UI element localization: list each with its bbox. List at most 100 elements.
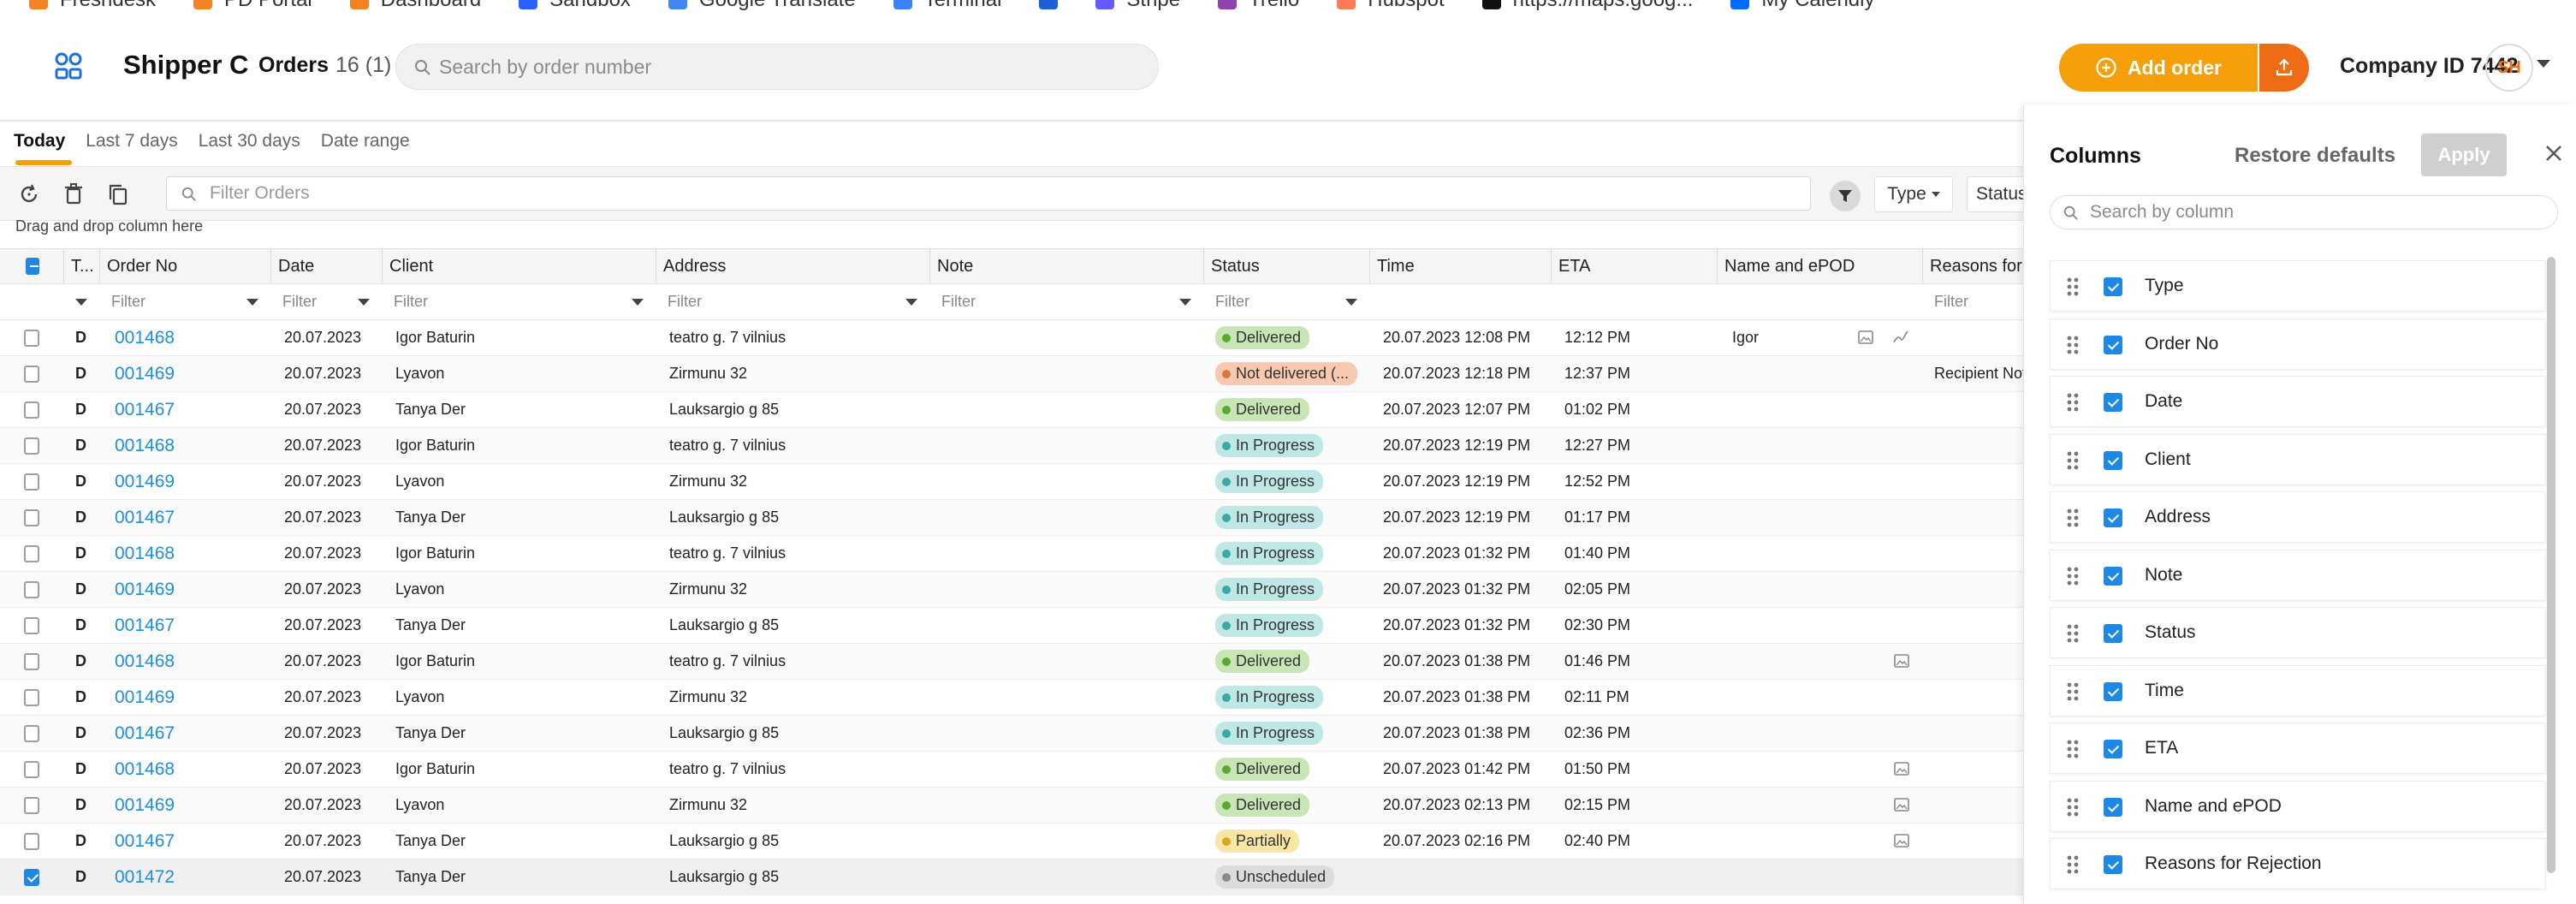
- column-item[interactable]: Order No: [2050, 318, 2546, 370]
- upload-button[interactable]: [2259, 44, 2309, 92]
- table-row[interactable]: D 001468 20.07.2023 Igor Baturin teatro g. 7…: [0, 536, 2023, 572]
- bookmark-item[interactable]: My Calendly: [1730, 0, 1874, 12]
- order-link[interactable]: 001469: [115, 580, 175, 600]
- type-filter-button[interactable]: Type: [1874, 176, 1953, 212]
- order-link[interactable]: 001468: [115, 436, 175, 456]
- drag-handle-icon[interactable]: [2066, 277, 2080, 297]
- bookmark-item[interactable]: Trello: [1218, 0, 1299, 12]
- order-link[interactable]: 001467: [115, 400, 175, 420]
- column-header-reasons[interactable]: Reasons for: [1922, 249, 2023, 283]
- column-header-client[interactable]: Client: [382, 249, 656, 283]
- filter-input-box[interactable]: Filter: [394, 293, 656, 311]
- filter-client[interactable]: Filter: [382, 284, 656, 319]
- column-header-status[interactable]: Status: [1203, 249, 1369, 283]
- table-row[interactable]: D 001467 20.07.2023 Tanya Der Lauksargio g 8…: [0, 716, 2023, 752]
- chevron-down-icon[interactable]: [632, 298, 644, 306]
- column-checkbox[interactable]: [2104, 508, 2122, 527]
- drag-handle-icon[interactable]: [2066, 681, 2080, 702]
- drag-handle-icon[interactable]: [2066, 797, 2080, 818]
- table-row[interactable]: D 001469 20.07.2023 Lyavon Zirmunu 32 In Prog…: [0, 680, 2023, 716]
- column-header-address[interactable]: Address: [656, 249, 929, 283]
- column-checkbox[interactable]: [2104, 566, 2122, 586]
- order-search[interactable]: [395, 44, 1159, 90]
- column-checkbox[interactable]: [2104, 797, 2122, 817]
- row-checkbox[interactable]: [24, 544, 39, 562]
- row-checkbox[interactable]: [24, 652, 39, 670]
- table-row[interactable]: D 001467 20.07.2023 Tanya Der Lauksargio g 8…: [0, 500, 2023, 536]
- row-checkbox[interactable]: [24, 796, 39, 814]
- bookmark-item[interactable]: Freshdesk: [29, 0, 156, 12]
- order-link[interactable]: 001467: [115, 616, 175, 636]
- photo-icon[interactable]: [1893, 652, 1910, 669]
- table-row[interactable]: D 001469 20.07.2023 Lyavon Zirmunu 32 In Prog…: [0, 572, 2023, 608]
- column-checkbox[interactable]: [2104, 450, 2122, 470]
- chevron-down-icon[interactable]: [1345, 298, 1357, 306]
- column-checkbox[interactable]: [2104, 393, 2122, 412]
- filter-order-no[interactable]: Filter: [99, 284, 270, 319]
- order-search-input[interactable]: [439, 55, 1158, 79]
- copy-icon[interactable]: [104, 181, 132, 208]
- filter-date[interactable]: Filter: [270, 284, 382, 319]
- filter-input-box[interactable]: Filter: [111, 293, 270, 311]
- row-checkbox[interactable]: [24, 329, 39, 347]
- app-logo-icon[interactable]: [53, 51, 84, 81]
- filter-input-box[interactable]: Filter: [282, 293, 382, 311]
- table-row[interactable]: D 001468 20.07.2023 Igor Baturin teatro g. 7…: [0, 644, 2023, 680]
- drag-handle-icon[interactable]: [2066, 450, 2080, 471]
- drag-handle-icon[interactable]: [2066, 854, 2080, 875]
- row-checkbox[interactable]: [24, 508, 39, 526]
- row-checkbox[interactable]: [24, 437, 39, 455]
- filter-input-box[interactable]: Filter: [941, 293, 1203, 311]
- photo-icon[interactable]: [1857, 329, 1874, 346]
- row-checkbox[interactable]: [24, 616, 39, 634]
- status-filter-button[interactable]: Status: [1967, 176, 2023, 212]
- tab-today[interactable]: Today: [14, 131, 73, 165]
- bookmark-item[interactable]: PD Portal: [193, 0, 312, 12]
- table-row[interactable]: D 001472 20.07.2023 Tanya Der Lauksargio g 8…: [0, 859, 2023, 895]
- drag-handle-icon[interactable]: [2066, 335, 2080, 355]
- column-checkbox[interactable]: [2104, 681, 2122, 701]
- chevron-down-icon[interactable]: [905, 298, 917, 306]
- column-checkbox[interactable]: [2104, 624, 2122, 643]
- table-row[interactable]: D 001467 20.07.2023 Tanya Der Lauksargio g 8…: [0, 824, 2023, 859]
- order-link[interactable]: 001468: [115, 328, 175, 348]
- type-filter-dropdown[interactable]: [63, 284, 103, 319]
- column-checkbox[interactable]: [2104, 740, 2122, 758]
- bookmark-item[interactable]: [1039, 0, 1059, 9]
- filter-input-box[interactable]: Filter: [1215, 293, 1369, 311]
- signature-icon[interactable]: [1891, 329, 1910, 346]
- bookmark-item[interactable]: Stripe: [1095, 0, 1180, 12]
- column-item[interactable]: Date: [2050, 376, 2546, 427]
- chevron-down-icon[interactable]: [1179, 298, 1191, 306]
- table-row[interactable]: D 001469 20.07.2023 Lyavon Zirmunu 32 Deliver…: [0, 788, 2023, 824]
- filter-address[interactable]: Filter: [656, 284, 929, 319]
- table-row[interactable]: D 001468 20.07.2023 Igor Baturin teatro g. 7…: [0, 428, 2023, 464]
- panel-scrollbar[interactable]: [2547, 257, 2555, 873]
- drag-handle-icon[interactable]: [2066, 508, 2080, 528]
- drag-handle-icon[interactable]: [2066, 739, 2080, 759]
- filter-note[interactable]: Filter: [929, 284, 1203, 319]
- drag-handle-icon[interactable]: [2066, 623, 2080, 644]
- refresh-icon[interactable]: [15, 181, 43, 208]
- column-item[interactable]: Type: [2050, 260, 2546, 312]
- column-item[interactable]: Reasons for Rejection: [2050, 838, 2546, 889]
- order-link[interactable]: 001472: [115, 867, 175, 888]
- column-checkbox[interactable]: [2104, 277, 2122, 296]
- drag-handle-icon[interactable]: [2066, 392, 2080, 413]
- add-order-button[interactable]: Add order: [2059, 44, 2258, 92]
- column-header-type[interactable]: T...: [63, 249, 103, 283]
- bookmark-item[interactable]: Sandbox: [519, 0, 631, 12]
- order-link[interactable]: 001467: [115, 831, 175, 852]
- order-link[interactable]: 001469: [115, 364, 175, 384]
- order-link[interactable]: 001469: [115, 472, 175, 492]
- order-link[interactable]: 001467: [115, 508, 175, 528]
- order-link[interactable]: 001468: [115, 544, 175, 564]
- row-checkbox[interactable]: [24, 580, 39, 598]
- avatar[interactable]: SH: [2485, 44, 2533, 92]
- column-header-time[interactable]: Time: [1369, 249, 1551, 283]
- row-checkbox[interactable]: [24, 724, 39, 742]
- column-header-date[interactable]: Date: [270, 249, 382, 283]
- filter-status[interactable]: Filter: [1203, 284, 1369, 319]
- column-checkbox[interactable]: [2104, 855, 2122, 874]
- bookmark-item[interactable]: Hubspot: [1337, 0, 1445, 12]
